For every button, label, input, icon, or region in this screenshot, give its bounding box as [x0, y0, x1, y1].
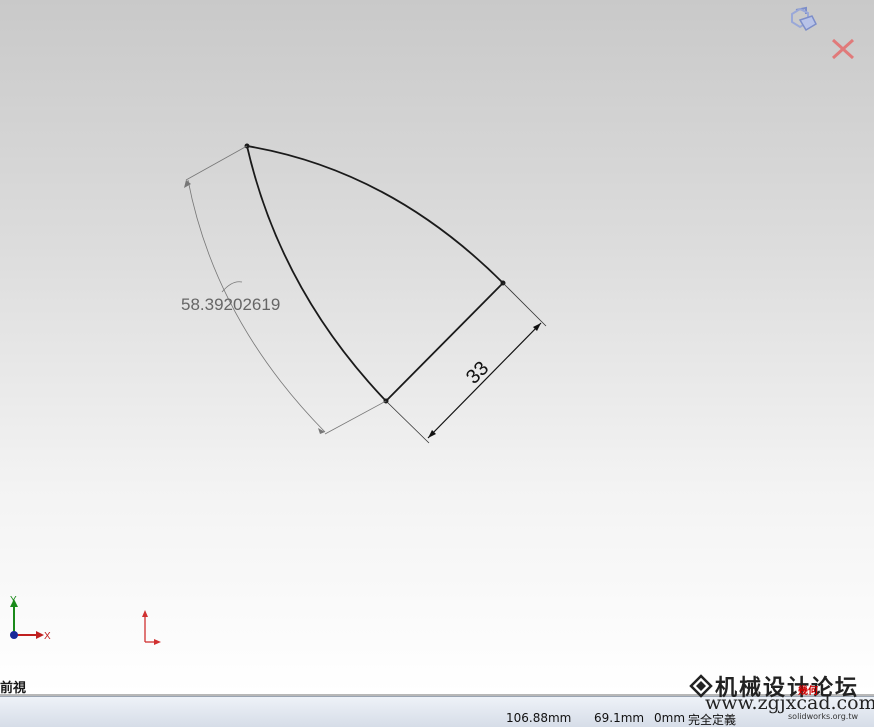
watermark-small-text: solidworks.org.tw — [788, 712, 858, 721]
triad-x-label: X — [44, 631, 51, 642]
linear-dimension-text[interactable]: 33 — [462, 357, 493, 388]
linear-dimension[interactable]: 33 — [385, 282, 547, 444]
triad-y-label: Y — [10, 595, 17, 606]
arc-length-dimension[interactable]: 58.39202619 — [181, 145, 387, 435]
reference-triad: Y X — [10, 595, 51, 642]
status-x-coordinate: 106.88mm — [506, 711, 572, 725]
status-y-coordinate: 69.1mm — [594, 711, 645, 725]
cancel-sketch-icon[interactable] — [831, 38, 855, 60]
chord-line[interactable] — [385, 282, 504, 402]
sketch-canvas[interactable]: 58.39202619 33 Y X — [0, 0, 874, 694]
status-z-coordinate: 0mm — [654, 711, 686, 725]
outer-arc[interactable] — [246, 145, 504, 284]
exit-sketch-icon[interactable] — [790, 5, 820, 37]
view-orientation-label: 前視 — [0, 681, 27, 694]
sketch-origin-icon[interactable] — [142, 610, 161, 645]
angle-dimension-text[interactable]: 58.39202619 — [181, 295, 280, 314]
watermark-url: www.zgjxcad.com — [705, 692, 874, 714]
watermark: 机械设计论坛 幾何 www.zgjxcad.com solidworks.org… — [683, 670, 874, 726]
graphics-area[interactable]: 58.39202619 33 Y X 前視 — [0, 0, 874, 694]
